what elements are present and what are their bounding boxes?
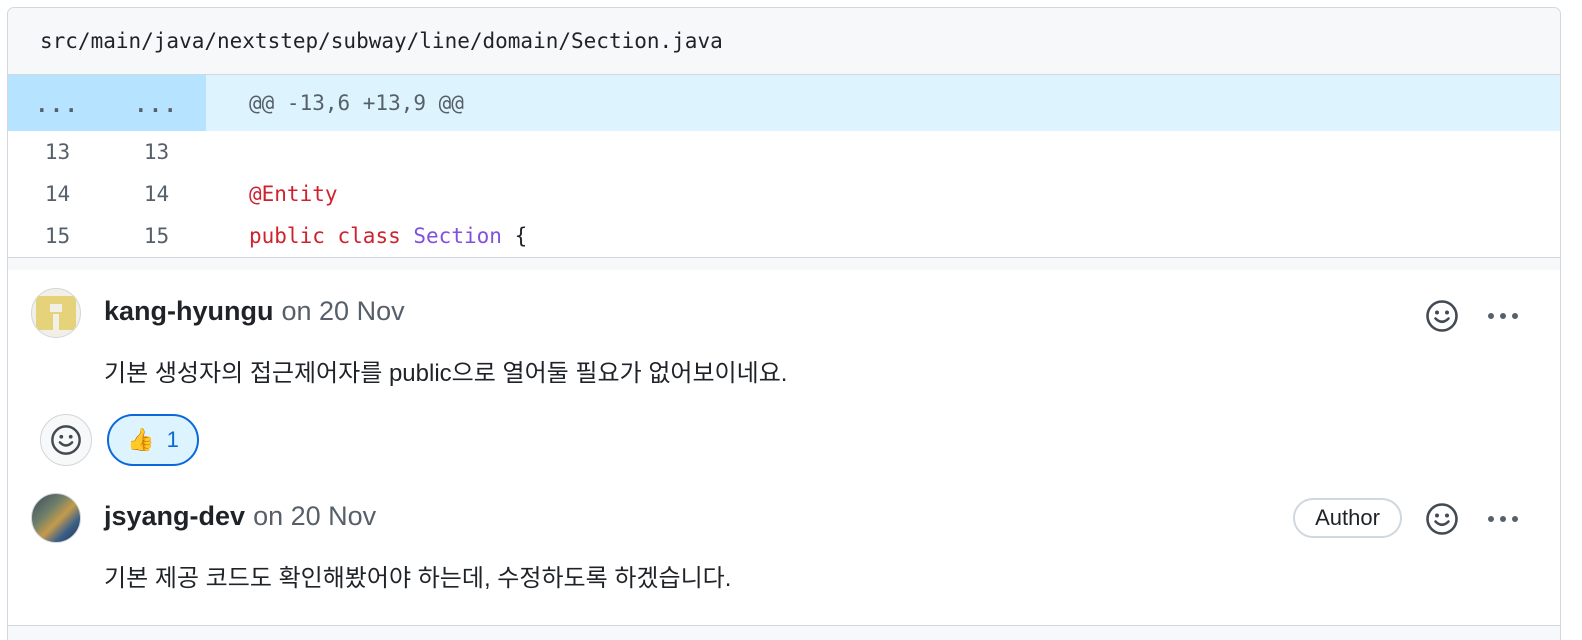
brace-token: {	[514, 224, 528, 248]
author-badge: Author	[1293, 498, 1402, 538]
avatar[interactable]	[31, 288, 81, 338]
keyword-class: class	[337, 224, 401, 248]
smiley-icon	[1426, 300, 1458, 332]
keyword-public: public	[249, 224, 325, 248]
new-line-number[interactable]: 14	[107, 182, 206, 206]
reaction-thumbs-up[interactable]: 👍 1	[107, 414, 199, 466]
code-text: public class Section {	[206, 224, 1560, 248]
smiley-icon	[51, 425, 81, 455]
hunk-expand-old[interactable]: ...	[8, 75, 107, 131]
comment-body: 기본 생성자의 접근제어자를 public으로 열어둘 필요가 없어보이네요.	[104, 360, 788, 387]
comment-date[interactable]: on 20 Nov	[253, 501, 376, 531]
annotation-token: @Entity	[249, 182, 338, 206]
reaction-count: 1	[166, 427, 179, 452]
new-line-number[interactable]: 15	[107, 224, 206, 248]
hunk-header-text: @@ -13,6 +13,9 @@	[249, 91, 464, 115]
diff-file-container: src/main/java/nextstep/subway/line/domai…	[7, 7, 1561, 640]
add-reaction-button[interactable]	[1424, 298, 1460, 334]
hunk-header-row: ... ... @@ -13,6 +13,9 @@	[8, 75, 1560, 131]
author-name[interactable]: jsyang-dev	[104, 501, 245, 531]
code-line: 14 14 @Entity	[8, 173, 1560, 215]
class-name-token: Section	[413, 224, 502, 248]
review-thread: kang-hyungu on 20 Nov 기본 생성자의 접근제어자를 publ…	[8, 257, 1560, 640]
add-reaction-button[interactable]	[40, 414, 92, 466]
comment-date[interactable]: on 20 Nov	[282, 296, 405, 326]
file-path[interactable]: src/main/java/nextstep/subway/line/domai…	[40, 29, 723, 53]
kebab-horizontal-icon[interactable]	[1488, 313, 1518, 319]
comment-author-line: jsyang-dev on 20 Nov	[104, 501, 376, 532]
comment-author-line: kang-hyungu on 20 Nov	[104, 296, 405, 327]
new-line-number[interactable]: 13	[107, 140, 206, 164]
avatar[interactable]	[31, 493, 81, 543]
old-line-number[interactable]: 13	[8, 140, 107, 164]
code-text: @Entity	[206, 182, 1560, 206]
add-reaction-button[interactable]	[1424, 501, 1460, 537]
code-line: 13 13	[8, 131, 1560, 173]
comment-body: 기본 제공 코드도 확인해봤어야 하는데, 수정하도록 하겠습니다.	[104, 565, 732, 592]
old-line-number[interactable]: 15	[8, 224, 107, 248]
hunk-expand-new[interactable]: ...	[107, 75, 206, 131]
thread-bottom-band	[8, 626, 1560, 640]
thread-top-band	[8, 258, 1560, 270]
code-line: 15 15 public class Section {	[8, 215, 1560, 257]
identicon-icon	[36, 296, 76, 330]
old-line-number[interactable]: 14	[8, 182, 107, 206]
thumbs-up-icon: 👍	[127, 427, 155, 452]
smiley-icon	[1426, 503, 1458, 535]
file-header: src/main/java/nextstep/subway/line/domai…	[8, 8, 1560, 75]
kebab-horizontal-icon[interactable]	[1488, 516, 1518, 522]
author-name[interactable]: kang-hyungu	[104, 296, 274, 326]
